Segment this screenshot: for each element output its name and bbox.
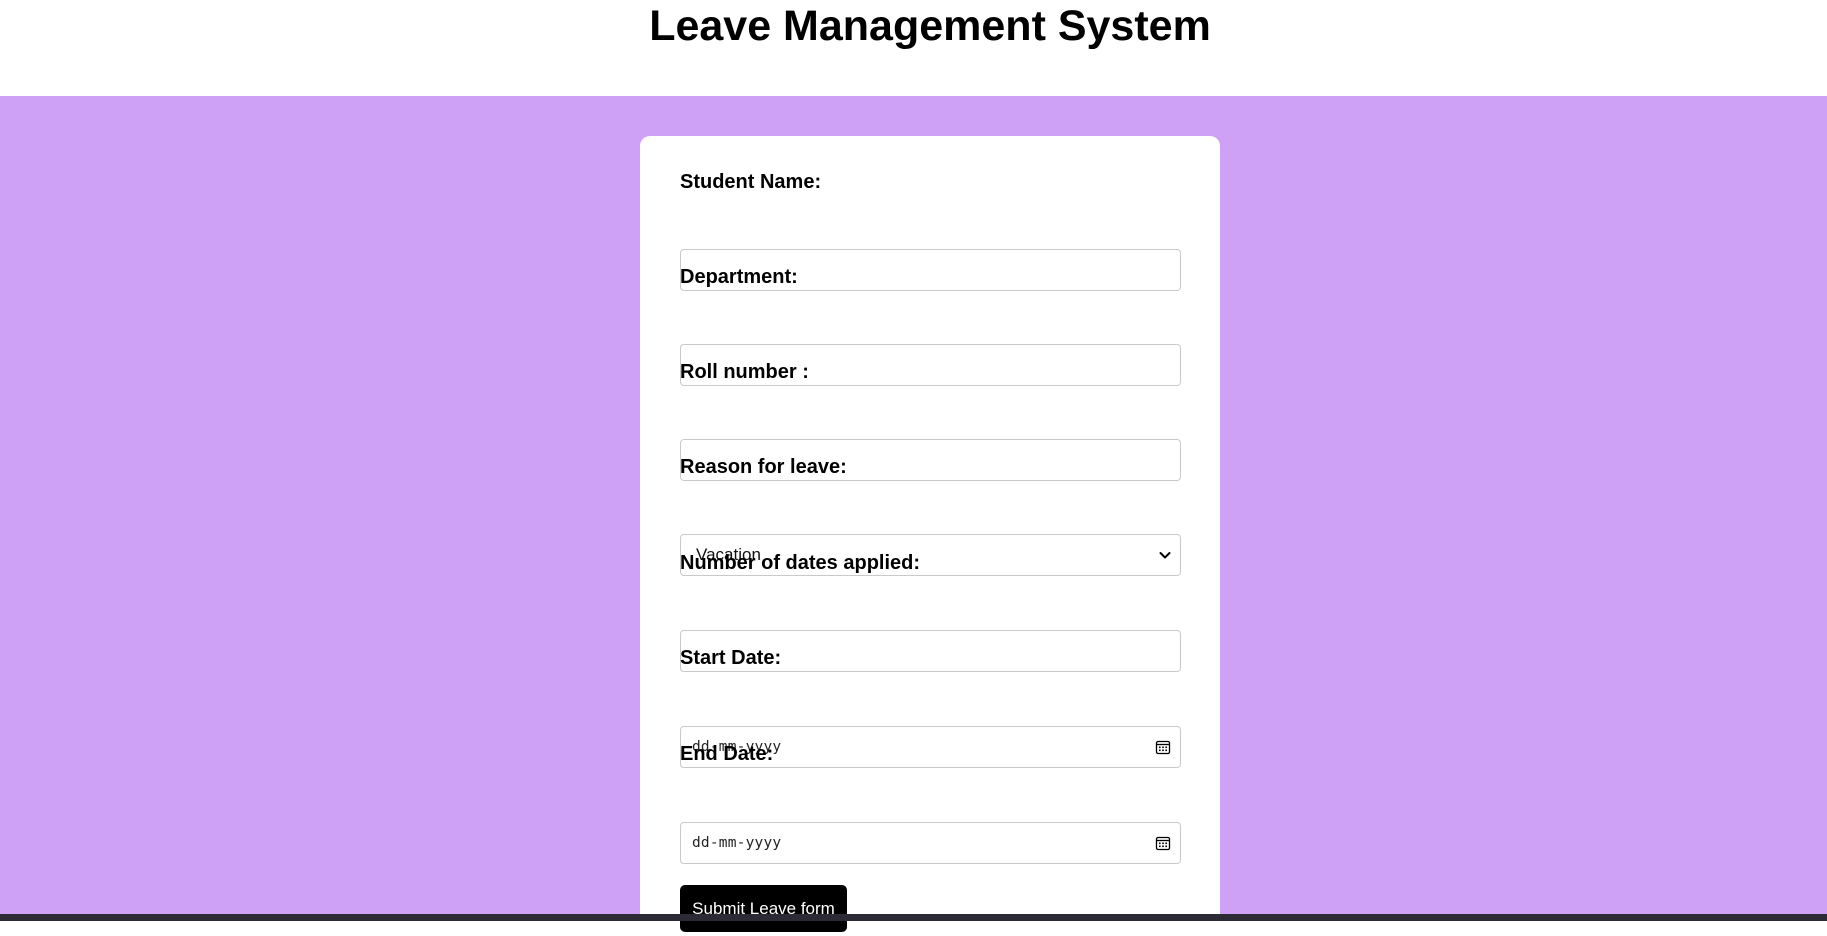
end-date-placeholder: dd-mm-yyyy bbox=[692, 835, 782, 851]
page-title: Leave Management System bbox=[649, 2, 1211, 50]
number-of-dates-label: Number of dates applied: bbox=[680, 552, 921, 574]
student-name-label: Student Name: bbox=[680, 171, 822, 193]
department-label: Department: bbox=[680, 266, 798, 288]
end-date-label: End Date: bbox=[680, 743, 774, 765]
leave-form-card: Student Name: Department: Roll number : … bbox=[640, 136, 1220, 936]
bottom-edge bbox=[0, 914, 1827, 921]
main-content: Student Name: Department: Roll number : … bbox=[0, 96, 1827, 936]
chevron-down-icon bbox=[1159, 552, 1171, 559]
calendar-icon[interactable] bbox=[1154, 738, 1172, 756]
roll-number-label: Roll number : bbox=[680, 361, 809, 383]
page-header: Leave Management System bbox=[0, 0, 1827, 96]
reason-label: Reason for leave: bbox=[680, 456, 847, 478]
calendar-icon[interactable] bbox=[1154, 834, 1172, 852]
end-date-input[interactable]: dd-mm-yyyy bbox=[680, 822, 1181, 864]
submit-leave-button[interactable]: Submit Leave form bbox=[680, 885, 847, 932]
start-date-label: Start Date: bbox=[680, 647, 782, 669]
